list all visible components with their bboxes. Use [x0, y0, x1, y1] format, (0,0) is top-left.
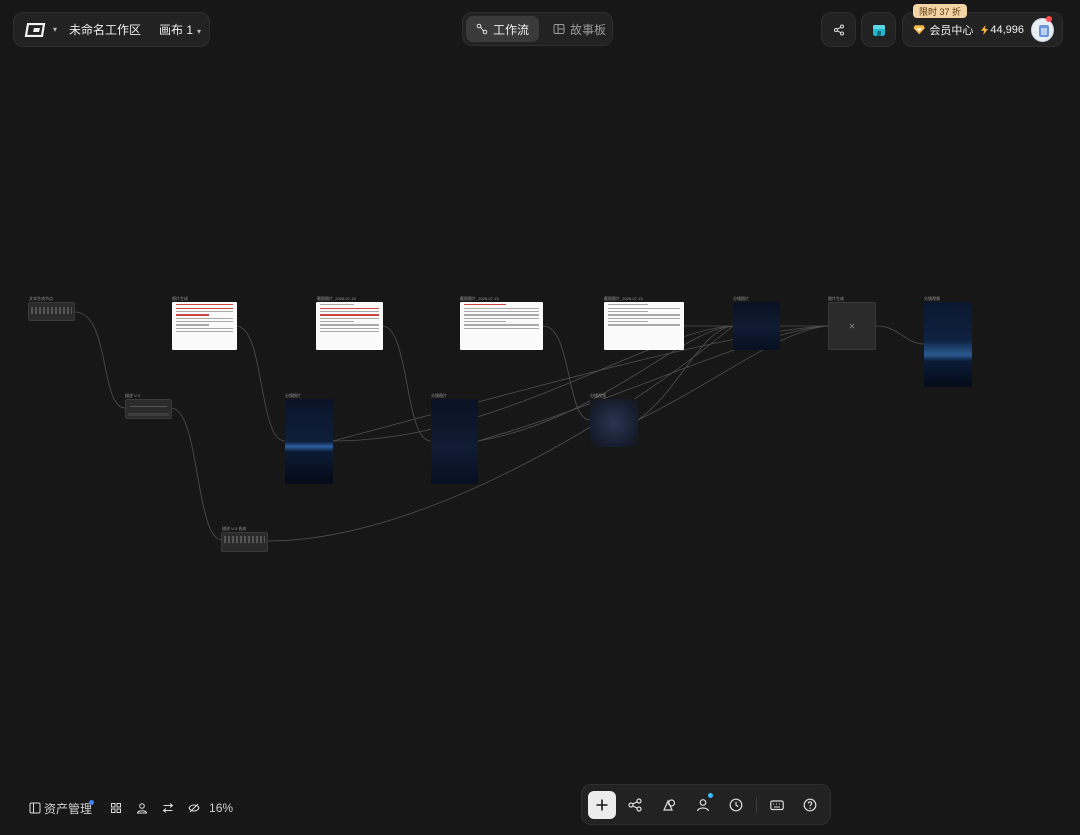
video-node[interactable] — [924, 302, 972, 387]
shapes-icon — [663, 798, 676, 811]
tab-workflow-label: 工作流 — [493, 22, 530, 37]
storyboard-icon — [553, 24, 565, 34]
arrange-icon — [162, 803, 174, 813]
fit-view-button[interactable] — [188, 802, 200, 814]
characters-button[interactable] — [689, 791, 717, 819]
lightning-icon — [981, 24, 989, 35]
history-icon — [729, 798, 743, 811]
canvas-selector[interactable]: 画布 1 ▾ — [159, 21, 201, 38]
sidebar-icon — [29, 802, 41, 814]
notification-dot — [89, 799, 94, 805]
image-node[interactable] — [431, 399, 478, 484]
store-button[interactable] — [861, 12, 896, 47]
diamond-icon — [913, 25, 925, 35]
tab-workflow[interactable]: 工作流 — [466, 16, 540, 42]
workflow-icon — [476, 23, 488, 35]
document-node[interactable] — [172, 302, 237, 350]
credits-value: 44,996 — [990, 23, 1025, 36]
document-node[interactable] — [604, 302, 684, 350]
tab-storyboard[interactable]: 故事板 — [543, 16, 616, 42]
assets-button[interactable]: 资产管理 — [29, 799, 94, 817]
divider — [755, 796, 757, 813]
workflow-share-icon — [628, 797, 642, 812]
image-node[interactable] — [733, 302, 780, 350]
shapes-button[interactable] — [655, 791, 683, 819]
arrange-button[interactable] — [162, 802, 174, 814]
sparkle-icon: ✕ — [848, 321, 856, 331]
notification-dot — [1046, 16, 1052, 22]
add-node-button[interactable] — [588, 790, 616, 819]
zoom-level[interactable]: 16% — [209, 801, 233, 815]
shortcuts-button[interactable] — [763, 791, 791, 819]
grid-button[interactable] — [110, 802, 122, 814]
workflow-node[interactable] — [28, 302, 75, 321]
keyboard-icon — [769, 799, 784, 810]
generator-node[interactable]: ✕ — [828, 302, 876, 350]
tab-storyboard-label: 故事板 — [570, 22, 607, 37]
video-node[interactable] — [590, 399, 638, 447]
person-icon — [136, 803, 148, 814]
grid-icon — [111, 803, 122, 813]
promo-badge: 限时 37 折 — [913, 4, 967, 18]
credits-counter: 44,996 — [981, 24, 1024, 36]
document-node[interactable] — [460, 302, 543, 350]
workspace-name[interactable]: 未命名工作区 — [69, 21, 141, 38]
help-icon — [803, 798, 817, 811]
add-icon — [596, 799, 608, 810]
notification-dot — [708, 792, 714, 798]
chevron-down-icon[interactable]: ▾ — [53, 25, 57, 34]
help-button[interactable] — [796, 791, 824, 819]
assets-label: 资产管理 — [44, 801, 93, 816]
workflow-graph-button[interactable] — [622, 791, 650, 819]
image-node[interactable] — [285, 399, 333, 484]
canvas-name: 画布 1 — [159, 23, 194, 37]
bottom-toolbar — [581, 784, 831, 825]
document-node[interactable] — [316, 302, 383, 350]
workflow-node[interactable] — [125, 399, 172, 419]
workspace-bar: ▾ 未命名工作区 画布 1 ▾ — [13, 12, 210, 47]
view-tabs: 工作流 故事板 — [462, 12, 613, 46]
member-center-label: 会员中心 — [929, 24, 974, 37]
fit-view-icon — [188, 803, 200, 813]
user-icon — [696, 798, 709, 811]
history-button[interactable] — [722, 791, 750, 819]
app-logo-icon[interactable] — [24, 22, 46, 37]
person-button[interactable] — [136, 802, 148, 814]
workflow-node[interactable] — [221, 532, 268, 552]
chevron-down-icon: ▾ — [197, 27, 202, 36]
share-button[interactable] — [821, 12, 856, 47]
share-icon — [833, 24, 844, 35]
store-icon — [872, 24, 885, 36]
bottom-left-bar: 资产管理 16% — [29, 798, 233, 818]
